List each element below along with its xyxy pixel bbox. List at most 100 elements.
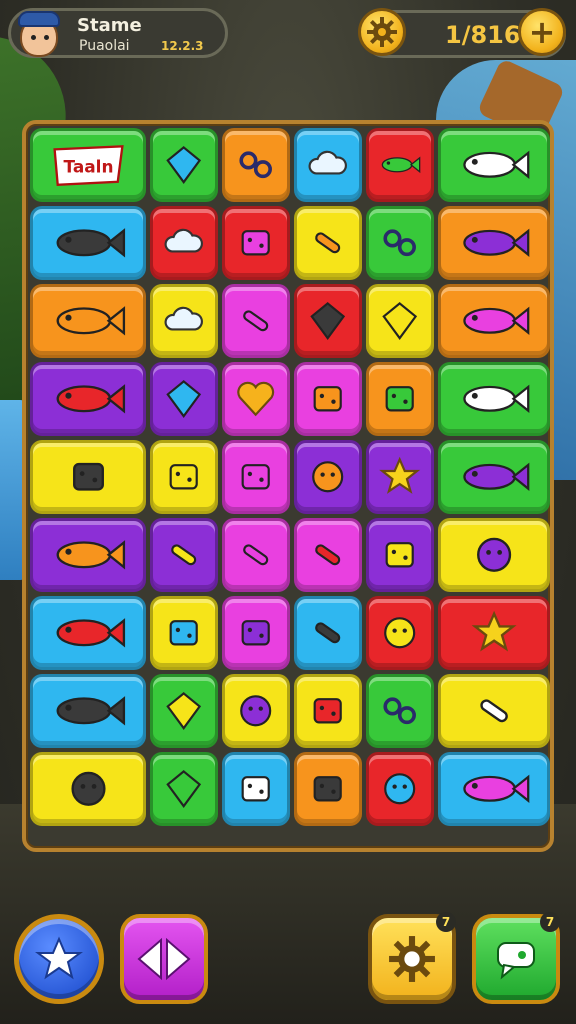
board-tile[interactable] (438, 518, 550, 592)
crystal-icon (153, 365, 215, 433)
bread-icon (153, 521, 215, 589)
cookie-icon (225, 677, 287, 745)
board-tile[interactable] (438, 206, 550, 280)
board-tile[interactable] (222, 440, 290, 514)
cube-icon (225, 755, 287, 823)
board-tile[interactable] (150, 284, 218, 358)
board-tile[interactable] (294, 674, 362, 748)
board-tile[interactable] (294, 284, 362, 358)
board-tile[interactable] (438, 596, 550, 670)
board-tile[interactable] (150, 206, 218, 280)
chick-icon (369, 755, 431, 823)
board-tile[interactable] (150, 596, 218, 670)
board-tile[interactable] (366, 362, 434, 436)
board-tile[interactable] (150, 518, 218, 592)
board-tile[interactable] (30, 362, 146, 436)
board-tile[interactable] (366, 128, 434, 202)
board-tile[interactable] (30, 284, 146, 358)
sushi-icon (441, 131, 547, 199)
projector-icon (441, 443, 547, 511)
board-tile[interactable] (438, 362, 550, 436)
board-tile[interactable] (438, 440, 550, 514)
board-tile[interactable] (294, 362, 362, 436)
red-fish-icon (441, 365, 547, 433)
board-tile[interactable] (438, 674, 550, 748)
settings-badge: 7 (436, 912, 456, 932)
board-tile[interactable] (30, 206, 146, 280)
star-icon (369, 443, 431, 511)
board-tile[interactable] (294, 596, 362, 670)
magnifier-icon (369, 209, 431, 277)
board-tile[interactable] (30, 752, 146, 826)
board-tile[interactable] (150, 128, 218, 202)
shell-icon (297, 443, 359, 511)
add-moves-button[interactable]: + (518, 8, 566, 56)
board-tile[interactable] (150, 440, 218, 514)
board-tile[interactable] (294, 128, 362, 202)
board-tile[interactable] (30, 518, 146, 592)
board-tile[interactable] (150, 674, 218, 748)
board-tile[interactable] (438, 752, 550, 826)
gear-button[interactable] (358, 8, 406, 56)
link-icon (369, 677, 431, 745)
board-tile[interactable] (222, 674, 290, 748)
counter-value: 1/816 (445, 21, 521, 49)
avatar[interactable] (13, 9, 65, 65)
card-icon (153, 443, 215, 511)
gear-icon (367, 17, 397, 47)
player-profile[interactable]: Stame Puaolai 12.2.3 (8, 8, 228, 58)
board-tile[interactable] (222, 596, 290, 670)
player-name: Stame (77, 15, 142, 36)
dice-icon (225, 443, 287, 511)
board-tile[interactable] (222, 284, 290, 358)
chat-button[interactable]: 7 (472, 912, 560, 1004)
chat-icon (497, 942, 535, 980)
arrows-icon (137, 937, 191, 981)
face-icon (369, 599, 431, 667)
settings-button[interactable]: 7 (368, 912, 456, 1004)
board-tile[interactable] (30, 440, 146, 514)
bread-icon (441, 677, 547, 745)
gear-icon (389, 936, 435, 982)
whale-icon (33, 677, 143, 745)
bulb-icon (153, 755, 215, 823)
board-tile[interactable] (294, 206, 362, 280)
board-tile[interactable] (366, 518, 434, 592)
board-tile[interactable] (294, 518, 362, 592)
board-tile[interactable] (366, 206, 434, 280)
board-tile[interactable]: Taaln (30, 128, 146, 202)
bone-icon (297, 521, 359, 589)
dice-icon (225, 599, 287, 667)
board-tile[interactable] (438, 128, 550, 202)
board-tile[interactable] (150, 752, 218, 826)
board-tile[interactable] (366, 284, 434, 358)
board-tile[interactable] (222, 128, 290, 202)
dumpling-icon (153, 209, 215, 277)
board-tile[interactable] (366, 596, 434, 670)
star-icon (35, 936, 83, 980)
board-tile[interactable] (222, 362, 290, 436)
cone-icon (441, 521, 547, 589)
board-tile[interactable] (150, 362, 218, 436)
board-tile[interactable] (222, 752, 290, 826)
board-tile[interactable] (222, 206, 290, 280)
board-tile[interactable] (366, 440, 434, 514)
link-icon (225, 131, 287, 199)
chat-badge: 7 (540, 912, 560, 932)
swap-button[interactable] (120, 914, 208, 1004)
game-board: Taaln (22, 120, 554, 852)
tv-icon (297, 755, 359, 823)
board-tile[interactable] (366, 674, 434, 748)
board-tile[interactable] (294, 440, 362, 514)
board-tile[interactable] (30, 596, 146, 670)
orange-fish-icon (33, 287, 143, 355)
player-score: 12.2.3 (161, 39, 204, 53)
board-tile[interactable] (30, 674, 146, 748)
board-tile[interactable] (294, 752, 362, 826)
board-tile[interactable] (438, 284, 550, 358)
purple-fish-icon (441, 755, 547, 823)
board-tile[interactable] (366, 752, 434, 826)
rocket-fish-icon (33, 365, 143, 433)
star-button[interactable] (14, 914, 104, 1004)
board-tile[interactable] (222, 518, 290, 592)
